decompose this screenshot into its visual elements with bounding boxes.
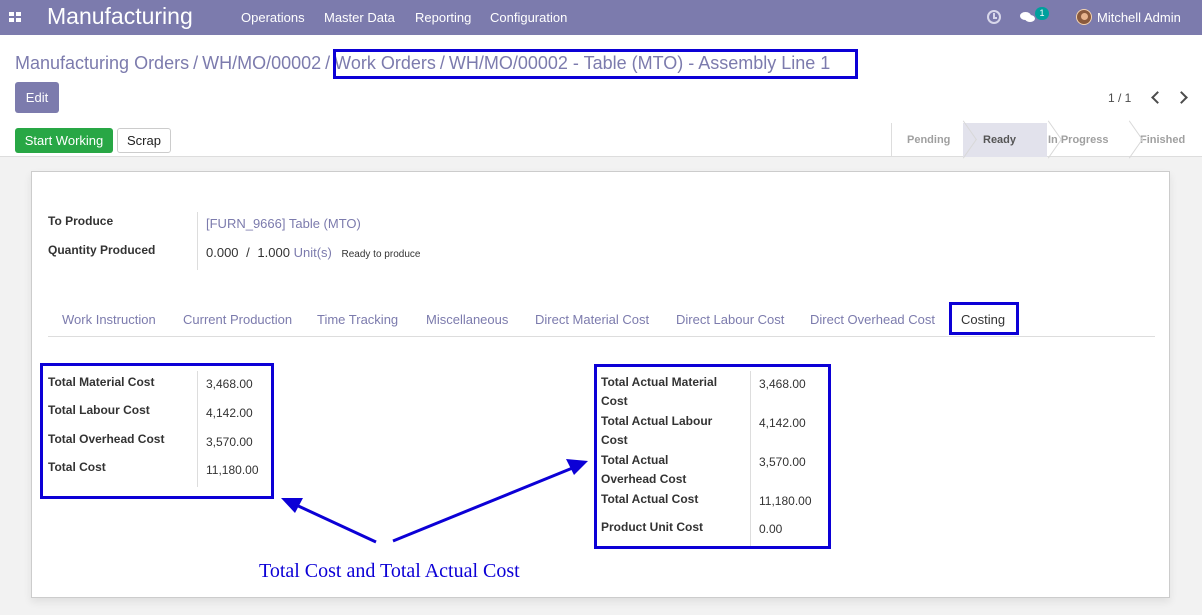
to-produce-label: To Produce <box>48 214 114 228</box>
tab-miscellaneous[interactable]: Miscellaneous <box>426 312 508 327</box>
scrap-button[interactable]: Scrap <box>117 128 171 153</box>
menu-operations[interactable]: Operations <box>241 10 305 25</box>
menu-reporting[interactable]: Reporting <box>415 10 471 25</box>
breadcrumb-separator: / <box>325 53 331 73</box>
messages-chat-icon[interactable] <box>1020 11 1036 23</box>
tab-current-production[interactable]: Current Production <box>183 312 292 327</box>
user-avatar[interactable] <box>1076 9 1092 25</box>
breadcrumb-manufacturing-orders[interactable]: Manufacturing Orders <box>15 53 189 73</box>
pager-value[interactable]: 1 / 1 <box>1108 91 1131 105</box>
costing-tab-highlight-box <box>949 302 1019 335</box>
user-menu[interactable]: Mitchell Admin <box>1097 10 1181 25</box>
apps-menu-icon[interactable] <box>9 12 21 22</box>
tab-direct-material-cost[interactable]: Direct Material Cost <box>535 312 649 327</box>
field-divider <box>197 212 198 270</box>
tab-work-instruction[interactable]: Work Instruction <box>62 312 156 327</box>
to-produce-product-link[interactable]: [FURN_9666] Table (MTO) <box>206 216 361 231</box>
menu-master-data[interactable]: Master Data <box>324 10 395 25</box>
pager-previous-icon[interactable] <box>1148 89 1162 105</box>
activity-clock-icon[interactable] <box>987 10 1001 24</box>
top-navbar: Manufacturing Operations Master Data Rep… <box>0 0 1202 35</box>
actual-cost-highlight-box <box>594 364 831 549</box>
stage-finished[interactable]: Finished <box>1140 123 1185 157</box>
stage-divider <box>962 123 974 157</box>
tab-time-tracking[interactable]: Time Tracking <box>317 312 398 327</box>
qty-uom-link[interactable]: Unit(s) <box>294 245 332 260</box>
quantity-produced-label: Quantity Produced <box>48 243 156 257</box>
total-cost-highlight-box <box>40 363 274 499</box>
qty-total: 1.000 <box>257 245 290 260</box>
start-working-button[interactable]: Start Working <box>15 128 113 153</box>
tab-direct-overhead-cost[interactable]: Direct Overhead Cost <box>810 312 935 327</box>
breadcrumb-separator: / <box>193 53 199 73</box>
quantity-produced-value: 0.000 / 1.000 Unit(s) Ready to produce <box>206 245 420 260</box>
edit-button[interactable]: Edit <box>15 82 59 113</box>
title-highlight-box <box>333 49 858 79</box>
pager-next-icon[interactable] <box>1176 89 1190 105</box>
stage-bar: Pending Ready In Progress Finished <box>891 123 1202 157</box>
messages-count-badge: 1 <box>1035 7 1049 20</box>
app-title: Manufacturing <box>47 3 193 29</box>
breadcrumb-mo[interactable]: WH/MO/00002 <box>202 53 321 73</box>
menu-configuration[interactable]: Configuration <box>490 10 567 25</box>
stage-pending[interactable]: Pending <box>907 123 950 157</box>
qty-separator: / <box>246 245 250 260</box>
tab-direct-labour-cost[interactable]: Direct Labour Cost <box>676 312 784 327</box>
stage-divider <box>1128 123 1140 157</box>
stage-divider <box>1047 123 1059 157</box>
production-state: Ready to produce <box>341 249 421 260</box>
qty-done: 0.000 <box>206 245 239 260</box>
annotation-caption: Total Cost and Total Actual Cost <box>259 560 520 582</box>
status-bar: Start Working Scrap Pending Ready In Pro… <box>0 123 1202 157</box>
